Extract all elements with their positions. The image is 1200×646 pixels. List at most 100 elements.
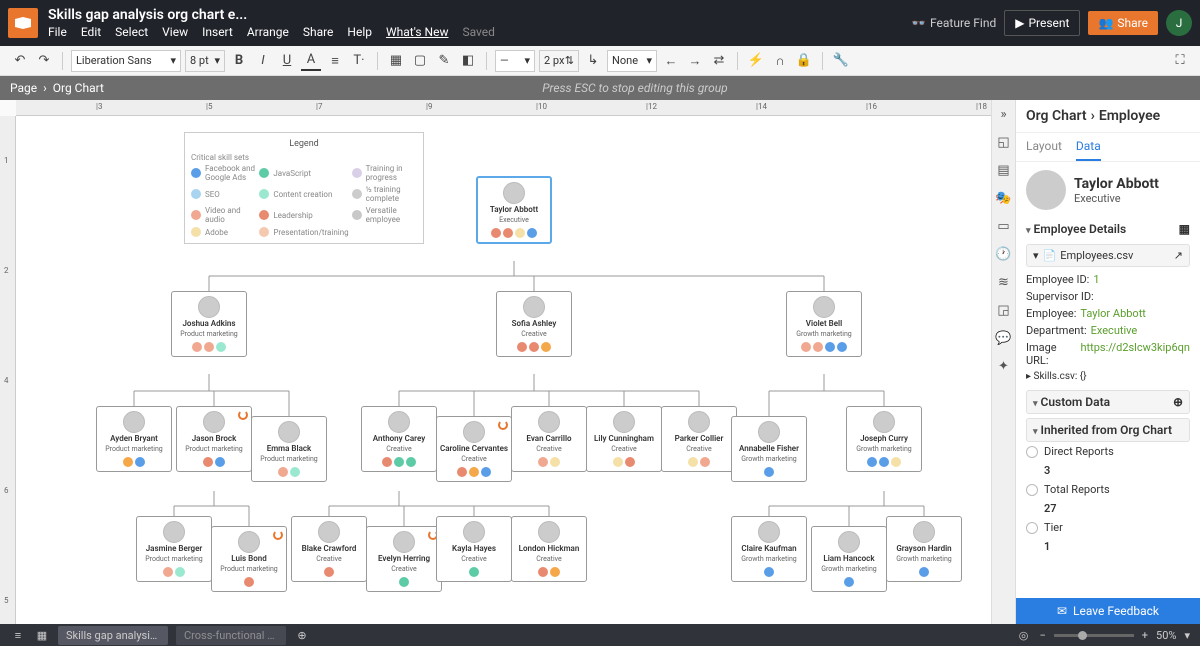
bold-button[interactable]: B (229, 51, 249, 71)
mask-icon[interactable]: 🎭 (996, 190, 1012, 206)
underline-button[interactable]: U (277, 51, 297, 71)
line-color-button[interactable]: ✎ (434, 51, 454, 71)
presentation-icon[interactable]: ▭ (996, 218, 1012, 234)
font-size-input[interactable]: 8 pt▾ (185, 50, 225, 72)
fill-button[interactable]: ▦ (386, 51, 406, 71)
external-link-icon[interactable]: ↗ (1174, 249, 1183, 262)
app-logo[interactable] (8, 8, 38, 38)
employee-details-section[interactable]: ▾ Employee Details ▦ (1026, 218, 1190, 240)
grid-view-icon[interactable]: ▦ (34, 627, 50, 643)
org-node[interactable]: Evan CarrilloCreative (511, 406, 587, 472)
menu-whats-new[interactable]: What's New (386, 25, 448, 39)
org-node[interactable]: Joseph CurryGrowth marketing (846, 406, 922, 472)
present-button[interactable]: ▶ Present (1004, 10, 1080, 36)
org-node[interactable]: Caroline CervantesCreative (436, 416, 512, 482)
menu-help[interactable]: Help (347, 25, 372, 39)
zoom-value[interactable]: 50% (1156, 629, 1176, 642)
data-icon[interactable]: ◲ (996, 302, 1012, 318)
layers-icon[interactable]: ≋ (996, 274, 1012, 290)
text-color-button[interactable]: A (301, 51, 321, 71)
border-button[interactable]: ▢ (410, 51, 430, 71)
align-button[interactable]: ≡ (325, 51, 345, 71)
target-icon[interactable]: ◎ (1016, 627, 1032, 643)
leave-feedback-button[interactable]: ✉ Leave Feedback (1016, 598, 1200, 624)
menu-edit[interactable]: Edit (81, 25, 101, 39)
undo-button[interactable]: ↶ (10, 51, 30, 71)
tab-data[interactable]: Data (1076, 133, 1101, 161)
fullscreen-button[interactable]: ⛶ (1170, 51, 1190, 71)
canvas[interactable]: Legend Critical skill sets Facebook and … (16, 116, 991, 624)
shape-options-button[interactable]: ◧ (458, 51, 478, 71)
wrench-button[interactable]: 🔧 (831, 51, 851, 71)
org-node[interactable]: Blake CrawfordCreative (291, 516, 367, 582)
line-shape-button[interactable]: ↳ (583, 51, 603, 71)
org-node[interactable]: Violet BellGrowth marketing (786, 291, 862, 357)
zoom-plus[interactable]: + (1142, 629, 1148, 642)
text-options-button[interactable]: T· (349, 51, 369, 71)
actions-icon[interactable]: ✦ (996, 358, 1012, 374)
org-node[interactable]: Liam HancockGrowth marketing (811, 526, 887, 592)
page-tab-2[interactable]: Cross-functional proj... (176, 626, 286, 645)
magnet-button[interactable]: ∩ (770, 51, 790, 71)
menu-select[interactable]: Select (115, 25, 148, 39)
chevron-down-icon[interactable]: ▾ (1184, 629, 1190, 642)
skills-csv-ref[interactable]: Skills.csv: {} (1034, 371, 1087, 382)
arrow-left-button[interactable]: ← (661, 51, 681, 71)
org-node[interactable]: Luis BondProduct marketing (211, 526, 287, 592)
swap-button[interactable]: ⇄ (709, 51, 729, 71)
org-node[interactable]: Claire KaufmanGrowth marketing (731, 516, 807, 582)
tab-layout[interactable]: Layout (1026, 133, 1062, 161)
menu-view[interactable]: View (162, 25, 188, 39)
org-node[interactable]: Anthony CareyCreative (361, 406, 437, 472)
feature-find-button[interactable]: 👓 Feature Find (911, 16, 996, 30)
lock-button[interactable]: 🔒 (794, 51, 814, 71)
add-icon[interactable]: ⊕ (1173, 395, 1183, 409)
share-button[interactable]: 👥 Share (1088, 11, 1158, 35)
org-node[interactable]: Jasmine BergerProduct marketing (136, 516, 212, 582)
arrow-right-button[interactable]: → (685, 51, 705, 71)
page-tab-1[interactable]: Skills gap analysis or... (58, 626, 168, 645)
org-node[interactable]: Lily CunninghamCreative (586, 406, 662, 472)
org-node[interactable]: Taylor AbbottExecutive (476, 176, 552, 244)
collapse-panel-icon[interactable]: » (996, 106, 1012, 122)
org-node[interactable]: Grayson HardinGrowth marketing (886, 516, 962, 582)
redo-button[interactable]: ↷ (34, 51, 54, 71)
org-node[interactable]: Sofia AshleyCreative (496, 291, 572, 357)
org-node[interactable]: Jason BrockProduct marketing (176, 406, 252, 472)
italic-button[interactable]: I (253, 51, 273, 71)
explorer-icon[interactable]: ◱ (996, 134, 1012, 150)
org-node[interactable]: Parker CollierCreative (661, 406, 737, 472)
arrow-style-select[interactable]: None▾ (607, 50, 657, 72)
inherited-section[interactable]: ▾ Inherited from Org Chart (1026, 418, 1190, 442)
org-node[interactable]: Evelyn HerringCreative (366, 526, 442, 592)
action-button[interactable]: ⚡ (746, 51, 766, 71)
org-node[interactable]: London HickmanCreative (511, 516, 587, 582)
org-node[interactable]: Ayden BryantProduct marketing (96, 406, 172, 472)
line-style-select[interactable]: —▾ (495, 50, 535, 72)
org-node[interactable]: Annabelle FisherGrowth marketing (731, 416, 807, 482)
panel-crumb-2[interactable]: Employee (1099, 108, 1160, 124)
menu-file[interactable]: File (48, 25, 67, 39)
breadcrumb-chart[interactable]: Org Chart (53, 81, 104, 95)
csv-source-row[interactable]: ▾📄Employees.csv ↗ (1026, 244, 1190, 267)
panel-crumb-1[interactable]: Org Chart (1026, 108, 1087, 124)
grid-icon[interactable]: ▦ (1179, 222, 1190, 236)
custom-data-section[interactable]: ▾ Custom Data ⊕ (1026, 390, 1190, 414)
font-family-select[interactable]: Liberation Sans▾ (71, 50, 181, 72)
add-page-button[interactable]: ⊕ (294, 627, 310, 643)
user-avatar[interactable]: J (1166, 10, 1192, 36)
document-title[interactable]: Skills gap analysis org chart e... (48, 7, 911, 23)
list-view-icon[interactable]: ≡ (10, 627, 26, 643)
org-node[interactable]: Joshua AdkinsProduct marketing (171, 291, 247, 357)
breadcrumb-page[interactable]: Page (10, 81, 37, 95)
menu-arrange[interactable]: Arrange (247, 25, 289, 39)
zoom-slider[interactable] (1054, 634, 1134, 637)
page-icon[interactable]: ▤ (996, 162, 1012, 178)
menu-share[interactable]: Share (303, 25, 334, 39)
org-node[interactable]: Kayla HayesCreative (436, 516, 512, 582)
org-node[interactable]: Emma BlackProduct marketing (251, 416, 327, 482)
comments-icon[interactable]: 💬 (996, 330, 1012, 346)
line-width-input[interactable]: 2 px⇅ (539, 50, 579, 72)
menu-insert[interactable]: Insert (202, 25, 233, 39)
history-icon[interactable]: 🕐 (996, 246, 1012, 262)
